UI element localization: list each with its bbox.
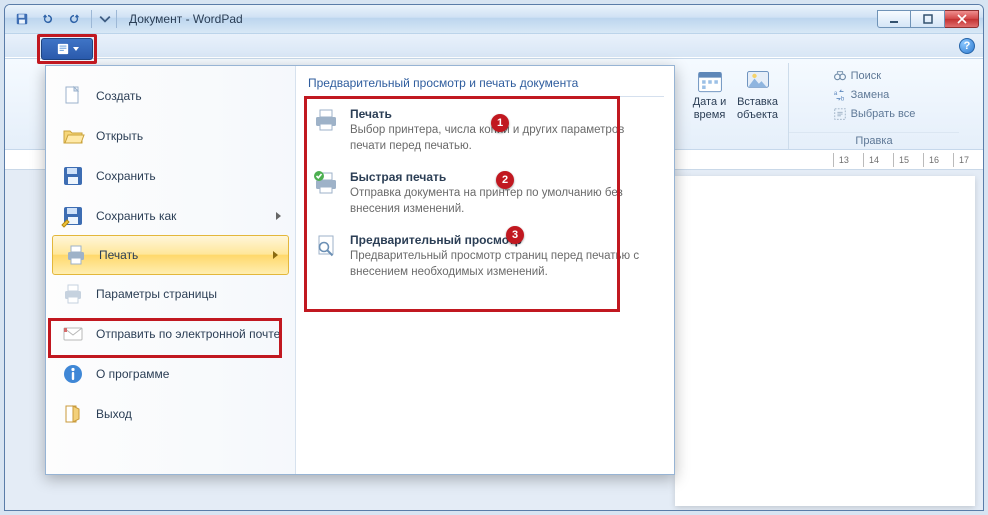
ribbon-tabstrip (5, 33, 983, 57)
printer-icon (64, 243, 88, 267)
maximize-button[interactable] (911, 10, 945, 28)
calendar-icon (696, 68, 724, 96)
open-folder-icon (61, 124, 85, 148)
app-menu: Создать Открыть Сохранить Сохранить как … (45, 65, 675, 475)
qat-customize-button[interactable] (98, 9, 112, 29)
menu-item-save-as[interactable]: Сохранить как (50, 196, 291, 236)
help-button[interactable]: ? (959, 38, 975, 54)
save-as-icon (61, 204, 85, 228)
ribbon-visible-groups: Дата и время Вставка объекта Поиск (673, 59, 983, 149)
chevron-down-icon (73, 47, 79, 51)
minimize-icon (888, 14, 900, 24)
save-icon (61, 164, 85, 188)
submenu-item-desc: Предварительный просмотр страниц перед п… (350, 249, 658, 280)
document-page[interactable] (675, 176, 975, 506)
window-buttons (877, 10, 979, 28)
menu-item-label: Печать (99, 248, 263, 262)
menu-item-new[interactable]: Создать (50, 76, 291, 116)
menu-item-label: Отправить по электронной почте (96, 327, 281, 341)
submenu-header: Предварительный просмотр и печать докуме… (306, 74, 664, 97)
ribbon-group-editing: Поиск ab Замена Выбрать все Правка (789, 63, 959, 149)
ruler-marks: 13 14 15 16 17 (833, 152, 975, 168)
menu-item-exit[interactable]: Выход (50, 394, 291, 434)
quick-access-toolbar (11, 9, 112, 29)
ruler-mark: 17 (953, 155, 975, 165)
menu-item-print[interactable]: Печать (52, 235, 289, 275)
replace-button[interactable]: ab Замена (829, 86, 920, 104)
menu-item-save[interactable]: Сохранить (50, 156, 291, 196)
menu-item-label: Создать (96, 89, 281, 103)
submenu-item-desc: Отправка документа на принтер по умолчан… (350, 186, 658, 217)
print-preview-icon (313, 233, 339, 259)
document-icon (56, 43, 70, 55)
save-icon (15, 12, 29, 26)
insert-date-button[interactable]: Дата и время (688, 65, 732, 124)
insert-object-button[interactable]: Вставка объекта (736, 65, 780, 124)
ruler-mark: 14 (863, 155, 885, 165)
menu-item-open[interactable]: Открыть (50, 116, 291, 156)
insert-date-label: Дата и время (693, 96, 727, 121)
submenu-item-print[interactable]: Печать Выбор принтера, числа копий и дру… (306, 97, 664, 160)
menu-item-label: Открыть (96, 129, 281, 143)
exit-icon (61, 402, 85, 426)
menu-item-label: О программе (96, 367, 281, 381)
submenu-item-preview[interactable]: Предварительный просмотр Предварительный… (306, 223, 664, 286)
qat-save-button[interactable] (11, 9, 33, 29)
select-all-button[interactable]: Выбрать все (829, 105, 920, 123)
submenu-item-title: Предварительный просмотр (350, 233, 658, 247)
app-menu-button[interactable] (41, 38, 93, 60)
find-button[interactable]: Поиск (829, 67, 920, 85)
maximize-icon (922, 14, 934, 24)
chevron-right-icon (273, 251, 278, 259)
svg-text:b: b (841, 95, 845, 102)
tutorial-callout-2: 2 (496, 171, 514, 189)
ruler-mark: 13 (833, 155, 855, 165)
submenu-item-quick-print[interactable]: Быстрая печать Отправка документа на при… (306, 160, 664, 223)
redo-icon (67, 12, 81, 26)
undo-icon (41, 12, 55, 26)
app-window: Документ - WordPad ? Да (4, 4, 984, 511)
qat-redo-button[interactable] (63, 9, 85, 29)
app-menu-right: Предварительный просмотр и печать докуме… (296, 66, 674, 474)
replace-label: Замена (851, 89, 890, 101)
menu-item-label: Сохранить (96, 169, 281, 183)
page-setup-icon (61, 282, 85, 306)
find-label: Поиск (851, 70, 881, 82)
close-button[interactable] (945, 10, 979, 28)
email-icon (61, 322, 85, 346)
menu-item-label: Сохранить как (96, 209, 266, 223)
app-menu-left: Создать Открыть Сохранить Сохранить как … (46, 66, 296, 474)
new-file-icon (61, 84, 85, 108)
menu-item-page-setup[interactable]: Параметры страницы (50, 274, 291, 314)
quick-print-icon (313, 170, 339, 196)
select-all-label: Выбрать все (851, 108, 916, 120)
close-icon (956, 14, 968, 24)
ruler-mark: 16 (923, 155, 945, 165)
binoculars-icon (833, 69, 847, 83)
svg-text:a: a (834, 90, 838, 97)
minimize-button[interactable] (877, 10, 911, 28)
info-icon (61, 362, 85, 386)
menu-item-label: Выход (96, 407, 281, 421)
ribbon-group-insert: Дата и время Вставка объекта (679, 63, 789, 149)
title-separator (116, 10, 117, 28)
select-all-icon (833, 107, 847, 121)
replace-icon: ab (833, 88, 847, 102)
chevron-down-icon (99, 12, 111, 26)
titlebar: Документ - WordPad (5, 5, 983, 33)
tutorial-callout-1: 1 (491, 114, 509, 132)
menu-item-about[interactable]: О программе (50, 354, 291, 394)
ruler-mark: 15 (893, 155, 915, 165)
ribbon-group-editing-label: Правка (789, 132, 959, 147)
qat-undo-button[interactable] (37, 9, 59, 29)
tutorial-callout-3: 3 (506, 226, 524, 244)
window-title: Документ - WordPad (129, 12, 243, 26)
object-icon (744, 68, 772, 96)
menu-item-send-email[interactable]: Отправить по электронной почте (50, 314, 291, 354)
chevron-right-icon (276, 212, 281, 220)
printer-icon (313, 107, 339, 133)
insert-object-label: Вставка объекта (737, 96, 778, 121)
qat-separator (91, 10, 92, 28)
menu-item-label: Параметры страницы (96, 287, 281, 301)
